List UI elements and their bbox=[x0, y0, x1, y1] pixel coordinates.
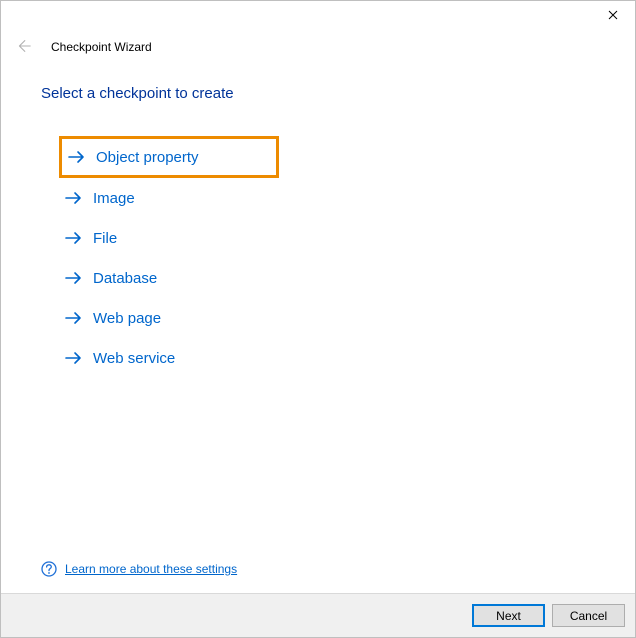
checkpoint-options: Object property Image File Database bbox=[41, 136, 595, 378]
help-row: Learn more about these settings bbox=[41, 561, 237, 577]
back-button[interactable] bbox=[13, 37, 33, 57]
option-label: Database bbox=[93, 270, 157, 287]
arrow-right-icon bbox=[65, 349, 83, 367]
wizard-footer: Next Cancel bbox=[1, 593, 635, 637]
help-link[interactable]: Learn more about these settings bbox=[65, 562, 237, 576]
titlebar bbox=[1, 1, 635, 31]
option-database[interactable]: Database bbox=[59, 258, 279, 298]
option-file[interactable]: File bbox=[59, 218, 279, 258]
option-web-page[interactable]: Web page bbox=[59, 298, 279, 338]
wizard-header: Checkpoint Wizard bbox=[1, 31, 635, 75]
arrow-right-icon bbox=[68, 148, 86, 166]
arrow-right-icon bbox=[65, 269, 83, 287]
option-label: Object property bbox=[96, 149, 199, 166]
close-icon bbox=[608, 9, 618, 23]
arrow-right-icon bbox=[65, 309, 83, 327]
next-button[interactable]: Next bbox=[472, 604, 545, 627]
option-label: File bbox=[93, 230, 117, 247]
close-button[interactable] bbox=[590, 1, 635, 31]
wizard-content: Select a checkpoint to create Object pro… bbox=[1, 75, 635, 378]
wizard-title: Checkpoint Wizard bbox=[51, 40, 152, 54]
help-icon bbox=[41, 561, 57, 577]
back-arrow-icon bbox=[14, 37, 32, 58]
option-label: Web service bbox=[93, 350, 175, 367]
option-web-service[interactable]: Web service bbox=[59, 338, 279, 378]
cancel-button[interactable]: Cancel bbox=[552, 604, 625, 627]
option-label: Image bbox=[93, 190, 135, 207]
option-object-property[interactable]: Object property bbox=[59, 136, 279, 178]
arrow-right-icon bbox=[65, 189, 83, 207]
page-heading: Select a checkpoint to create bbox=[41, 85, 595, 102]
arrow-right-icon bbox=[65, 229, 83, 247]
wizard-window: Checkpoint Wizard Select a checkpoint to… bbox=[0, 0, 636, 638]
option-image[interactable]: Image bbox=[59, 178, 279, 218]
option-label: Web page bbox=[93, 310, 161, 327]
